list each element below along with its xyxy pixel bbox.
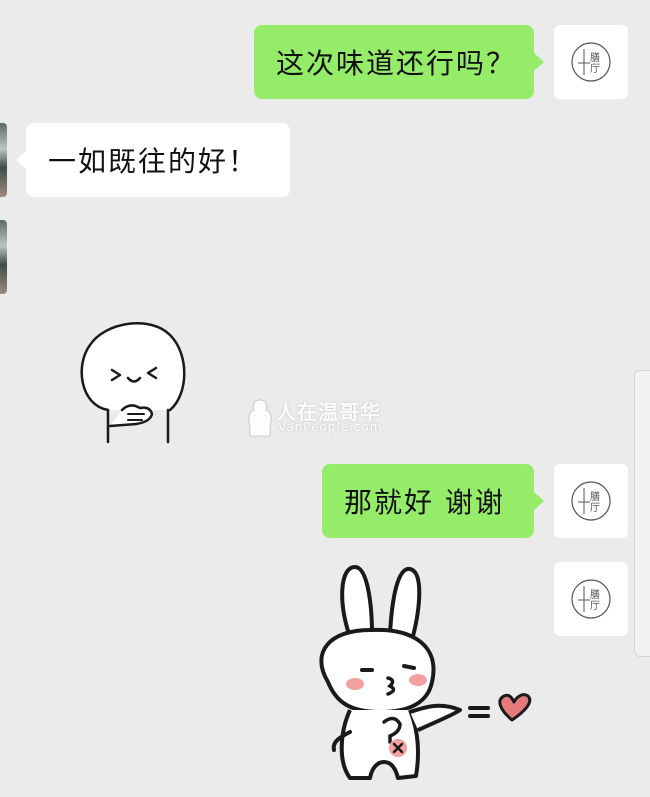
contact-avatar[interactable]	[0, 123, 7, 197]
site-watermark: 人在温哥华 VanPeople.com	[246, 396, 406, 440]
svg-text:厅: 厅	[590, 601, 600, 612]
sent-message-bubble[interactable]: 这次味道还行吗？	[254, 25, 544, 99]
my-avatar[interactable]: 膳 厅	[554, 464, 628, 538]
watermark-url: VanPeople.com	[278, 420, 383, 434]
message-text: 那就好 谢谢	[344, 486, 505, 519]
svg-text:厅: 厅	[590, 503, 600, 514]
seal-logo-icon: 膳 厅	[571, 42, 611, 82]
happy-blob-sticker[interactable]	[70, 310, 200, 445]
seal-logo-icon: 膳 厅	[571, 579, 611, 619]
svg-text:膳: 膳	[590, 51, 600, 64]
seal-logo-icon: 膳 厅	[571, 481, 611, 521]
svg-text:膳: 膳	[590, 588, 600, 601]
received-message-bubble[interactable]: 一如既往的好！	[16, 123, 290, 197]
watermark-logo-icon	[248, 399, 272, 437]
svg-text:厅: 厅	[590, 64, 600, 75]
message-text: 这次味道还行吗？	[276, 47, 517, 80]
my-avatar[interactable]: 膳 厅	[554, 562, 628, 636]
svg-text:膳: 膳	[590, 490, 600, 503]
sent-message-bubble[interactable]: 那就好 谢谢	[322, 464, 544, 538]
side-scroll-handle[interactable]	[634, 370, 650, 657]
my-avatar[interactable]: 膳 厅	[554, 25, 628, 99]
rabbit-love-sticker[interactable]	[300, 562, 540, 794]
message-text: 一如既往的好！	[48, 145, 259, 178]
watermark-title: 人在温哥华	[276, 400, 381, 424]
contact-avatar[interactable]	[0, 220, 7, 294]
chat-area: 这次味道还行吗？ 膳 厅 一如既往的好！ 那就好 谢谢 膳 厅 膳 厅 人在温哥…	[0, 0, 650, 797]
